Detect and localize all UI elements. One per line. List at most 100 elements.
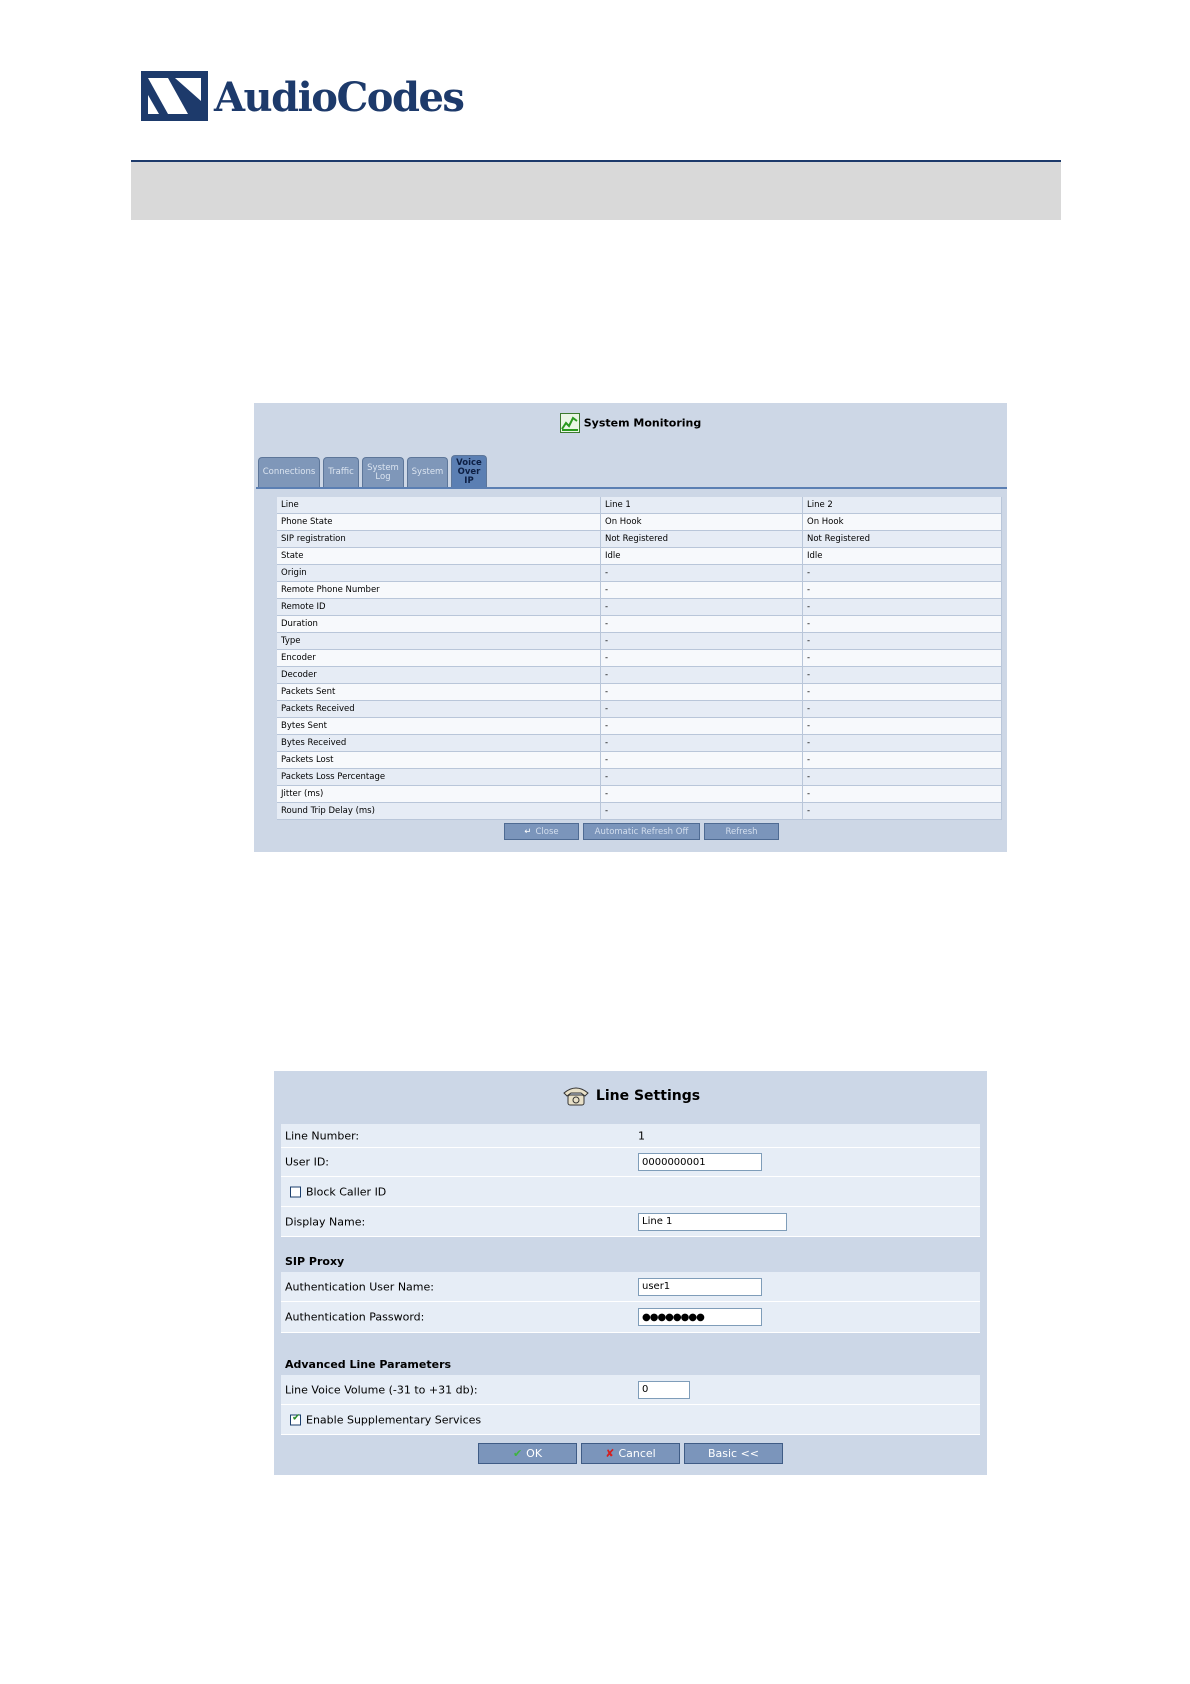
close-button[interactable]: ↵ Close: [504, 823, 579, 840]
block-caller-id-checkbox[interactable]: [290, 1186, 301, 1197]
basic-button[interactable]: Basic <<: [684, 1443, 783, 1464]
line-2-cell: -: [802, 700, 1002, 718]
line-1-cell: -: [600, 598, 803, 616]
line-number-row: Line Number: 1: [281, 1124, 980, 1148]
cancel-button-label: Cancel: [618, 1447, 656, 1460]
user-id-input[interactable]: [638, 1153, 762, 1171]
line-2-cell: -: [802, 632, 1002, 650]
line-1-cell: -: [600, 751, 803, 769]
cancel-button[interactable]: ✘ Cancel: [581, 1443, 680, 1464]
auth-password-input[interactable]: [638, 1308, 762, 1326]
automatic-refresh-button[interactable]: Automatic Refresh Off: [583, 823, 700, 840]
table-row: Packets Received - -: [277, 700, 1002, 718]
block-caller-id-row: Block Caller ID: [281, 1177, 980, 1207]
line-1-cell: -: [600, 683, 803, 701]
line-2-cell: -: [802, 564, 1002, 582]
line-1-cell: -: [600, 564, 803, 582]
table-row: Packets Loss Percentage - -: [277, 768, 1002, 786]
table-header-row: Line Line 1 Line 2: [277, 497, 1002, 514]
line-1-cell: -: [600, 802, 803, 820]
ok-button[interactable]: ✔ OK: [478, 1443, 577, 1464]
table-row: Duration - -: [277, 615, 1002, 633]
row-label-cell: SIP registration: [277, 530, 601, 548]
table-row: Jitter (ms) - -: [277, 785, 1002, 803]
enable-supplementary-services-checkbox[interactable]: ✔: [290, 1412, 301, 1425]
sip-proxy-heading: SIP Proxy: [285, 1255, 345, 1268]
line-1-cell: -: [600, 785, 803, 803]
table-row: Remote ID - -: [277, 598, 1002, 616]
audiocodes-logo-icon: [141, 71, 208, 121]
row-label-cell: Packets Received: [277, 700, 601, 718]
line-voice-volume-row: Line Voice Volume (-31 to +31 db):: [281, 1375, 980, 1405]
row-label-cell: Packets Lost: [277, 751, 601, 769]
header-cell: Line: [277, 497, 601, 514]
table-row: Bytes Received - -: [277, 734, 1002, 752]
row-label-cell: Type: [277, 632, 601, 650]
refresh-button[interactable]: Refresh: [704, 823, 779, 840]
header-cell: Line 1: [600, 497, 803, 514]
table-row: SIP registration Not Registered Not Regist…: [277, 530, 1002, 548]
monitor-buttons: ↵ Close Automatic Refresh Off Refresh: [254, 823, 1007, 841]
line-1-cell: -: [600, 734, 803, 752]
table-row: Remote Phone Number - -: [277, 581, 1002, 599]
tab-connections[interactable]: Connections: [258, 457, 320, 487]
line-2-cell: -: [802, 615, 1002, 633]
line-2-cell: -: [802, 649, 1002, 667]
row-label-cell: Bytes Received: [277, 734, 601, 752]
table-row: Origin - -: [277, 564, 1002, 582]
tab-traffic[interactable]: Traffic: [323, 457, 359, 487]
line-number-value: 1: [638, 1129, 645, 1142]
line-number-label: Line Number:: [285, 1129, 360, 1142]
row-label-cell: Remote Phone Number: [277, 581, 601, 599]
refresh-button-label: Refresh: [725, 826, 758, 837]
line-2-cell: -: [802, 666, 1002, 684]
block-caller-id-label: Block Caller ID: [306, 1185, 387, 1198]
advanced-line-parameters-heading: Advanced Line Parameters: [285, 1358, 452, 1371]
line-2-cell: -: [802, 734, 1002, 752]
return-arrow-icon: ↵: [524, 826, 532, 837]
green-check-icon: ✔: [512, 1447, 523, 1460]
auth-password-label: Authentication Password:: [285, 1310, 425, 1324]
system-monitoring-panel: System Monitoring Connections Traffic Sy…: [254, 403, 1007, 852]
line-2-cell: -: [802, 768, 1002, 786]
auth-user-row: Authentication User Name:: [281, 1272, 980, 1302]
tab-traffic-label: Traffic: [328, 467, 354, 477]
line-2-cell: Idle: [802, 547, 1002, 565]
close-button-label: Close: [535, 826, 559, 837]
system-monitoring-title-text: System Monitoring: [583, 416, 702, 430]
tab-voice-over-ip[interactable]: Voice Over IP: [451, 455, 487, 488]
line-2-cell: -: [802, 581, 1002, 599]
line-settings-panel: Line Settings Line Number: 1 User ID: Bl…: [274, 1071, 987, 1475]
display-name-input[interactable]: [638, 1212, 787, 1231]
tab-voice-over-ip-label: Voice Over IP: [456, 457, 482, 486]
line-2-cell: -: [802, 802, 1002, 820]
line-1-cell: On Hook: [600, 513, 803, 531]
monitoring-chart-icon: [559, 413, 580, 433]
table-row: State Idle Idle: [277, 547, 1002, 565]
line-1-cell: -: [600, 700, 803, 718]
line-voice-volume-input[interactable]: [638, 1380, 690, 1399]
table-row: Bytes Sent - -: [277, 717, 1002, 735]
tab-system[interactable]: System: [407, 457, 448, 487]
row-label-cell: Bytes Sent: [277, 717, 601, 735]
auth-password-row: Authentication Password:: [281, 1302, 980, 1333]
table-row: Encoder - -: [277, 649, 1002, 667]
row-label-cell: Phone State: [277, 513, 601, 531]
row-label-cell: Jitter (ms): [277, 785, 601, 803]
line-1-cell: -: [600, 717, 803, 735]
line-2-cell: -: [802, 785, 1002, 803]
audiocodes-logo: AudioCodes: [141, 70, 465, 130]
row-label-cell: Encoder: [277, 649, 601, 667]
row-label-cell: Round Trip Delay (ms): [277, 802, 601, 820]
auth-user-input[interactable]: [638, 1277, 762, 1296]
line-2-cell: On Hook: [802, 513, 1002, 531]
basic-button-label: Basic <<: [707, 1447, 760, 1460]
tab-system-log[interactable]: System Log: [362, 457, 404, 487]
line-settings-title-text: Line Settings: [595, 1088, 701, 1104]
auth-user-label: Authentication User Name:: [285, 1280, 434, 1293]
table-row: Phone State On Hook On Hook: [277, 513, 1002, 531]
row-label-cell: Duration: [277, 615, 601, 633]
ok-button-label: OK: [526, 1447, 543, 1460]
tab-underline: [256, 487, 1007, 489]
user-id-label: User ID:: [285, 1155, 329, 1169]
